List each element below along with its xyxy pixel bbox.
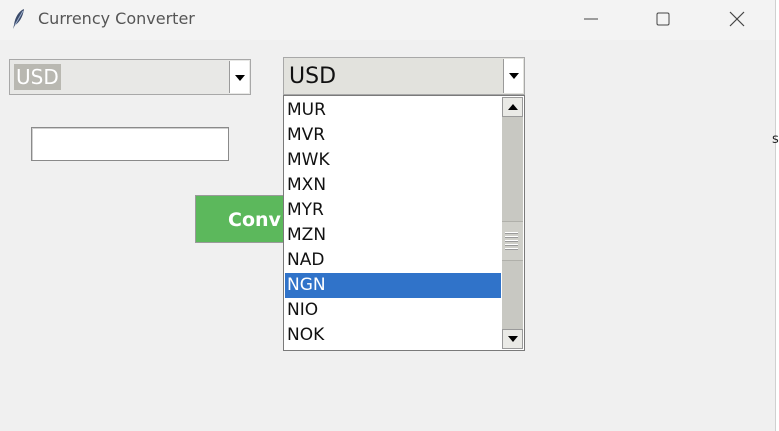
grip-icon	[505, 232, 518, 250]
scroll-thumb[interactable]	[502, 221, 523, 261]
list-item[interactable]: NOK	[285, 323, 501, 348]
close-button[interactable]	[714, 4, 760, 34]
currency-converter-window: Currency Converter USD Conv USD MUR MVR …	[0, 0, 776, 431]
list-item[interactable]: MWK	[285, 148, 501, 173]
list-scrollbar[interactable]	[502, 97, 523, 349]
title-bar: Currency Converter	[0, 0, 775, 40]
from-currency-dropdown-arrow[interactable]	[229, 61, 249, 93]
currency-options: MUR MVR MWK MXN MYR MZN NAD NGN NIO NOK	[285, 98, 501, 348]
list-item[interactable]: NAD	[285, 248, 501, 273]
list-item[interactable]: MXN	[285, 173, 501, 198]
list-item-selected[interactable]: NGN	[285, 273, 501, 298]
amount-input[interactable]	[31, 127, 229, 161]
scroll-down-button[interactable]	[502, 329, 523, 349]
window-title: Currency Converter	[38, 9, 195, 28]
to-currency-dropdown-arrow[interactable]	[503, 59, 523, 93]
list-item[interactable]: MUR	[285, 98, 501, 123]
close-icon	[729, 11, 745, 27]
to-currency-value: USD	[289, 64, 337, 89]
list-item[interactable]: MYR	[285, 198, 501, 223]
background-text-fragment: s	[772, 132, 779, 147]
minimize-button[interactable]	[568, 4, 614, 34]
from-currency-value: USD	[14, 64, 61, 90]
from-currency-combobox[interactable]: USD	[9, 59, 251, 95]
scroll-up-button[interactable]	[502, 97, 523, 117]
currency-dropdown-list[interactable]: MUR MVR MWK MXN MYR MZN NAD NGN NIO NOK	[283, 95, 525, 351]
list-item[interactable]: NIO	[285, 298, 501, 323]
maximize-button[interactable]	[640, 4, 686, 34]
minimize-icon	[584, 18, 598, 20]
feather-icon	[10, 8, 28, 30]
list-item[interactable]: MZN	[285, 223, 501, 248]
maximize-icon	[656, 12, 670, 26]
to-currency-combobox[interactable]: USD	[283, 57, 525, 95]
list-item[interactable]: MVR	[285, 123, 501, 148]
